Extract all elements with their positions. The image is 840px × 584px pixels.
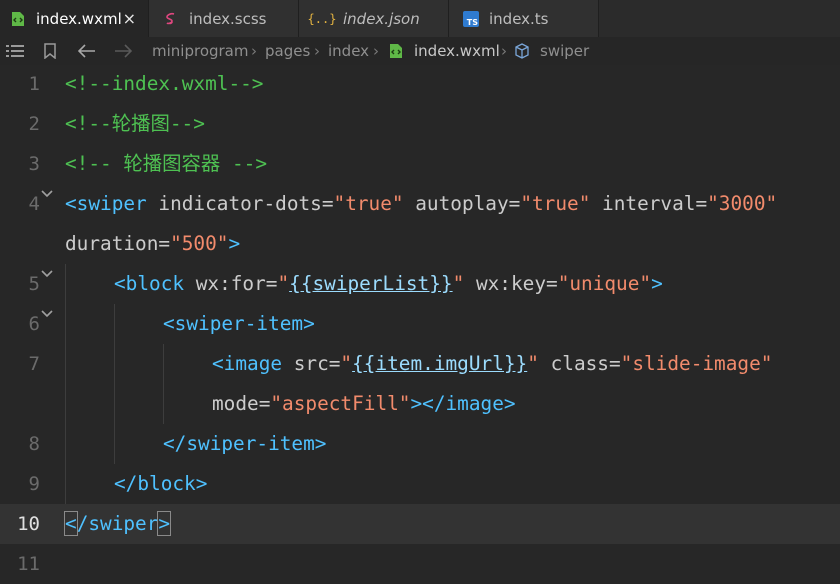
- code-token: {{item.imgUrl}}: [352, 352, 528, 375]
- code-token: ": [452, 272, 465, 295]
- code-line[interactable]: mode="aspectFill"></image>: [212, 384, 516, 424]
- code-line[interactable]: <!-- 轮播图容器 -->: [65, 144, 267, 184]
- code-line[interactable]: </block>: [114, 464, 207, 504]
- code-line[interactable]: <swiper-item>: [163, 304, 315, 344]
- list-icon[interactable]: [6, 37, 24, 65]
- indent-guide: [114, 304, 115, 464]
- code-line[interactable]: <image src="{{item.imgUrl}}" class="slid…: [212, 344, 772, 384]
- code-token: duration=: [65, 232, 171, 255]
- code-token: <swiper-item>: [163, 312, 315, 335]
- tab-index-ts[interactable]: TS index.ts: [449, 0, 599, 37]
- line-number: 7: [28, 353, 40, 375]
- code-token: <!--轮播图-->: [65, 112, 205, 135]
- tab-label: index.ts: [489, 9, 549, 28]
- code-token: ": [340, 352, 353, 375]
- tab-index-json[interactable]: {..} index.json: [299, 0, 449, 37]
- line-number: 6: [28, 313, 40, 335]
- code-token: "aspectFill": [270, 392, 411, 415]
- breadcrumb-separator: ›: [314, 42, 320, 60]
- back-arrow-icon[interactable]: [78, 37, 96, 65]
- code-token: </block>: [114, 472, 208, 495]
- bracket-match: >: [157, 511, 172, 536]
- sass-file-icon: [163, 11, 179, 27]
- breadcrumb-item[interactable]: miniprogram: [152, 37, 248, 65]
- code-token: wx:for=: [184, 272, 278, 295]
- code-token: <swiper: [65, 192, 147, 215]
- code-token: "3000": [707, 192, 778, 215]
- code-token: <!--index.wxml-->: [65, 72, 264, 95]
- line-number: 4: [28, 193, 40, 215]
- json-file-icon: {..}: [307, 11, 337, 26]
- line-number: 8: [28, 433, 40, 455]
- breadcrumb-separator: ›: [251, 42, 257, 60]
- line-number: 10: [17, 513, 40, 535]
- breadcrumb-item[interactable]: index: [328, 37, 369, 65]
- line-number: 11: [17, 553, 40, 575]
- wxml-file-icon: [389, 37, 403, 65]
- indent-guide: [65, 264, 66, 504]
- forward-arrow-icon[interactable]: [114, 37, 132, 65]
- indent-guide: [163, 344, 164, 424]
- code-token: >: [228, 232, 241, 255]
- tab-index-wxml[interactable]: index.wxml ×: [0, 0, 149, 37]
- tab-label: index.wxml: [36, 9, 122, 28]
- code-token: ></image>: [410, 392, 516, 415]
- code-token: src=: [282, 352, 341, 375]
- code-token: indicator-dots=: [146, 192, 334, 215]
- code-token: </swiper-item>: [163, 432, 327, 455]
- code-token: {{swiperList}}: [289, 272, 453, 295]
- breadcrumb-item[interactable]: swiper: [540, 37, 589, 65]
- code-line[interactable]: <swiper indicator-dots="true" autoplay="…: [65, 184, 777, 224]
- line-number: 5: [28, 273, 40, 295]
- cube-icon: [514, 37, 530, 65]
- code-token: wx:key=: [464, 272, 558, 295]
- code-token: <block: [114, 272, 185, 295]
- code-editor[interactable]: 1 2 3 4 5 6 7 8 9 10 11 <!--index.wxml--…: [0, 64, 840, 575]
- code-token: </swiper>: [64, 511, 172, 536]
- line-number: 9: [28, 473, 40, 495]
- code-token: "true": [520, 192, 591, 215]
- chevron-down-icon[interactable]: [40, 187, 54, 201]
- code-token: autoplay=: [403, 192, 521, 215]
- code-token: "unique": [557, 272, 652, 295]
- code-token: ": [527, 352, 539, 375]
- code-token: /swiper: [76, 512, 159, 535]
- code-token: >: [651, 272, 663, 295]
- code-token: "500": [170, 232, 229, 255]
- code-line[interactable]: </swiper>: [64, 504, 172, 544]
- tab-label: index.json: [343, 9, 420, 28]
- breadcrumb-bar: miniprogram › pages › index › index.wxml…: [0, 37, 840, 65]
- code-line[interactable]: duration="500">: [65, 224, 240, 264]
- tab-index-scss[interactable]: index.scss: [149, 0, 299, 37]
- code-line[interactable]: <!--index.wxml-->: [65, 64, 263, 104]
- chevron-down-icon[interactable]: [40, 307, 54, 321]
- editor-tab-bar: index.wxml × index.scss {..} index.json …: [0, 0, 840, 37]
- code-token: mode=: [212, 392, 271, 415]
- code-line[interactable]: <!--轮播图-->: [65, 104, 205, 144]
- line-number: 1: [28, 73, 40, 95]
- breadcrumb-separator: ›: [501, 42, 507, 60]
- line-number: 3: [28, 153, 40, 175]
- line-number: 2: [28, 113, 40, 135]
- bracket-match: <: [64, 511, 78, 536]
- typescript-file-icon: TS: [463, 10, 479, 27]
- bookmark-icon[interactable]: [44, 37, 56, 65]
- chevron-down-icon[interactable]: [40, 267, 54, 281]
- breadcrumb-separator: ›: [373, 42, 379, 60]
- tab-label: index.scss: [189, 9, 267, 28]
- code-token: interval=: [590, 192, 708, 215]
- code-token: "slide-image": [620, 352, 773, 375]
- breadcrumb-item[interactable]: pages: [265, 37, 310, 65]
- code-token: <image: [212, 352, 283, 375]
- code-token: ": [277, 272, 290, 295]
- code-line[interactable]: <block wx:for="{{swiperList}}" wx:key="u…: [114, 264, 663, 304]
- code-token: <!-- 轮播图容器 -->: [65, 152, 268, 175]
- close-icon[interactable]: ×: [123, 9, 136, 28]
- code-token: class=: [538, 352, 621, 375]
- breadcrumb-item[interactable]: index.wxml: [414, 37, 500, 65]
- wxml-file-icon: [10, 11, 26, 27]
- code-token: "true": [333, 192, 404, 215]
- code-line[interactable]: </swiper-item>: [163, 424, 326, 464]
